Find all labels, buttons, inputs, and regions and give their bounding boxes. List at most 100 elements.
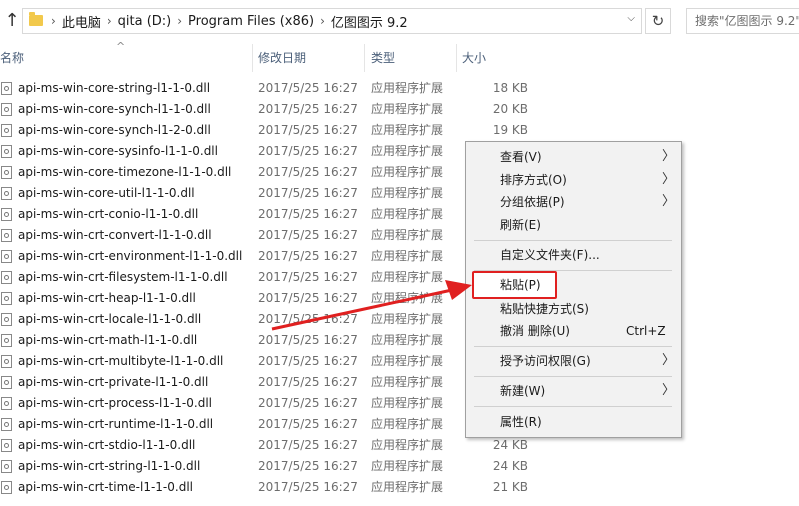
column-divider[interactable] xyxy=(252,44,253,72)
chevron-right-icon[interactable]: › xyxy=(177,14,182,28)
file-date: 2017/5/25 16:27 xyxy=(258,207,358,221)
list-item[interactable]: api-ms-win-core-string-l1-1-0.dll 2017/5/… xyxy=(0,78,799,99)
file-type: 应用程序扩展 xyxy=(371,480,444,494)
menu-item-paste[interactable]: 粘贴(P) xyxy=(472,271,557,299)
file-date: 2017/5/25 16:27 xyxy=(258,375,358,389)
file-date: 2017/5/25 16:27 xyxy=(258,459,358,473)
dll-file-icon xyxy=(1,334,12,347)
up-arrow-icon[interactable]: ↑ xyxy=(0,8,24,34)
dll-file-icon xyxy=(1,124,12,137)
file-type: 应用程序扩展 xyxy=(371,333,444,347)
file-date: 2017/5/25 16:27 xyxy=(258,144,358,158)
menu-item-paste-shortcut[interactable]: 粘贴快捷方式(S) xyxy=(466,298,681,320)
breadcrumb-current-folder[interactable]: 亿图图示 9.2 xyxy=(331,12,408,31)
file-size: 24 KB xyxy=(492,459,528,473)
list-item[interactable]: api-ms-win-crt-stdio-l1-1-0.dll 2017/5/25… xyxy=(0,435,799,456)
file-date: 2017/5/25 16:27 xyxy=(258,228,358,242)
file-type: 应用程序扩展 xyxy=(371,81,444,95)
column-size[interactable]: 大小 xyxy=(462,44,486,72)
file-name: api-ms-win-crt-locale-l1-1-0.dll xyxy=(18,312,202,326)
menu-item-label: 分组依据(P) xyxy=(500,195,565,209)
file-date: 2017/5/25 16:27 xyxy=(258,291,358,305)
file-date: 2017/5/25 16:27 xyxy=(258,81,358,95)
file-date: 2017/5/25 16:27 xyxy=(258,165,358,179)
file-name: api-ms-win-crt-environment-l1-1-0.dll xyxy=(18,249,243,263)
menu-item-properties[interactable]: 属性(R) xyxy=(466,411,681,433)
breadcrumb-drive[interactable]: qita (D:) xyxy=(118,14,172,29)
column-type[interactable]: 类型 xyxy=(371,44,395,72)
column-name[interactable]: 名称 xyxy=(0,44,24,72)
address-bar[interactable]: › 此电脑 › qita (D:) › Program Files (x86) … xyxy=(22,8,642,34)
dll-file-icon xyxy=(1,271,12,284)
menu-item-label: 查看(V) xyxy=(500,150,542,164)
file-date: 2017/5/25 16:27 xyxy=(258,249,358,263)
column-divider[interactable] xyxy=(364,44,365,72)
file-name: api-ms-win-core-synch-l1-2-0.dll xyxy=(18,123,211,137)
file-size: 24 KB xyxy=(492,438,528,452)
list-item[interactable]: api-ms-win-core-synch-l1-1-0.dll 2017/5/2… xyxy=(0,99,799,120)
file-name: api-ms-win-core-sysinfo-l1-1-0.dll xyxy=(18,144,218,158)
menu-item-sort[interactable]: 排序方式(O) 〉 xyxy=(466,169,681,191)
file-type: 应用程序扩展 xyxy=(371,123,444,137)
file-name: api-ms-win-crt-string-l1-1-0.dll xyxy=(18,459,201,473)
file-name: api-ms-win-core-timezone-l1-1-0.dll xyxy=(18,165,232,179)
dll-file-icon xyxy=(1,460,12,473)
chevron-down-icon[interactable]: ⌵ xyxy=(627,13,635,24)
file-date: 2017/5/25 16:27 xyxy=(258,312,358,326)
file-name: api-ms-win-core-string-l1-1-0.dll xyxy=(18,81,211,95)
menu-item-label: 粘贴快捷方式(S) xyxy=(500,302,589,316)
chevron-right-icon: 〉 xyxy=(662,383,676,398)
file-size: 19 KB xyxy=(492,123,528,137)
menu-item-label: 粘贴(P) xyxy=(500,278,541,292)
chevron-right-icon[interactable]: › xyxy=(107,14,112,28)
chevron-right-icon: 〉 xyxy=(662,353,676,368)
file-name: api-ms-win-crt-process-l1-1-0.dll xyxy=(18,396,212,410)
menu-separator xyxy=(474,406,672,407)
file-type: 应用程序扩展 xyxy=(371,207,444,221)
menu-item-label: 撤消 删除(U) xyxy=(500,324,570,338)
dll-file-icon xyxy=(1,166,12,179)
refresh-button[interactable]: ↻ xyxy=(645,8,671,34)
menu-item-refresh[interactable]: 刷新(E) xyxy=(466,214,681,236)
file-name: api-ms-win-crt-convert-l1-1-0.dll xyxy=(18,228,212,242)
column-header: ^ 名称 修改日期 类型 大小 xyxy=(0,40,799,72)
list-item[interactable]: api-ms-win-crt-string-l1-1-0.dll 2017/5/2… xyxy=(0,456,799,477)
chevron-right-icon[interactable]: › xyxy=(320,14,325,28)
file-type: 应用程序扩展 xyxy=(371,102,444,116)
chevron-right-icon[interactable]: › xyxy=(51,14,56,28)
menu-separator xyxy=(474,346,672,347)
breadcrumb-this-pc[interactable]: 此电脑 xyxy=(62,12,101,31)
file-type: 应用程序扩展 xyxy=(371,228,444,242)
file-name: api-ms-win-core-util-l1-1-0.dll xyxy=(18,186,195,200)
menu-item-group[interactable]: 分组依据(P) 〉 xyxy=(466,191,681,213)
breadcrumb-program-files[interactable]: Program Files (x86) xyxy=(188,14,314,29)
list-item[interactable]: api-ms-win-crt-time-l1-1-0.dll 2017/5/25 … xyxy=(0,477,799,498)
menu-item-view[interactable]: 查看(V) 〉 xyxy=(466,146,681,168)
file-type: 应用程序扩展 xyxy=(371,270,444,284)
file-type: 应用程序扩展 xyxy=(371,438,444,452)
column-date[interactable]: 修改日期 xyxy=(258,44,306,72)
dll-file-icon xyxy=(1,292,12,305)
dll-file-icon xyxy=(1,82,12,95)
dll-file-icon xyxy=(1,250,12,263)
menu-item-grant-access[interactable]: 授予访问权限(G) 〉 xyxy=(466,350,681,372)
dll-file-icon xyxy=(1,145,12,158)
list-item-partial[interactable] xyxy=(0,69,799,75)
menu-item-label: 新建(W) xyxy=(500,384,546,398)
file-name: api-ms-win-crt-multibyte-l1-1-0.dll xyxy=(18,354,224,368)
file-name: api-ms-win-crt-stdio-l1-1-0.dll xyxy=(18,438,196,452)
file-date: 2017/5/25 16:27 xyxy=(258,270,358,284)
menu-item-new[interactable]: 新建(W) 〉 xyxy=(466,380,681,402)
list-item[interactable]: api-ms-win-core-synch-l1-2-0.dll 2017/5/2… xyxy=(0,120,799,141)
sort-up-icon: ^ xyxy=(116,40,126,53)
column-divider[interactable] xyxy=(456,44,457,72)
file-date: 2017/5/25 16:27 xyxy=(258,123,358,137)
file-name: api-ms-win-crt-heap-l1-1-0.dll xyxy=(18,291,196,305)
file-name: api-ms-win-crt-private-l1-1-0.dll xyxy=(18,375,209,389)
menu-item-undo-delete[interactable]: 撤消 删除(U) Ctrl+Z xyxy=(466,320,681,342)
file-type: 应用程序扩展 xyxy=(371,291,444,305)
menu-item-customize-folder[interactable]: 自定义文件夹(F)... xyxy=(466,244,681,266)
dll-file-icon xyxy=(1,313,12,326)
search-input[interactable]: 搜索"亿图图示 9.2" xyxy=(686,8,799,34)
file-type: 应用程序扩展 xyxy=(371,417,444,431)
